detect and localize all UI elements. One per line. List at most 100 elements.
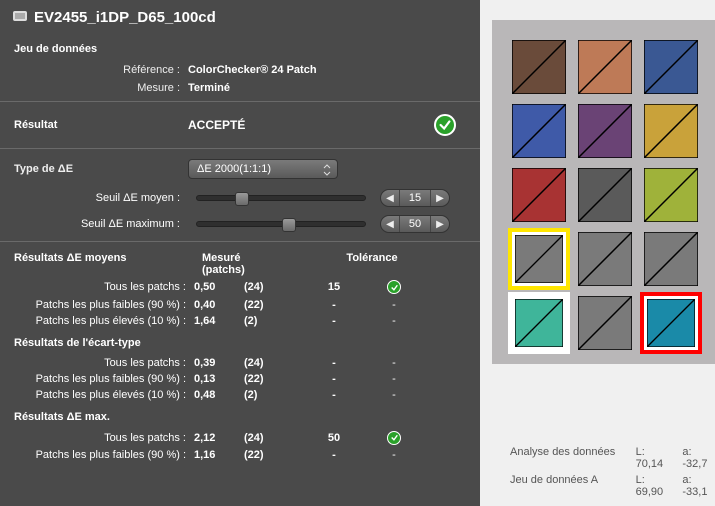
- table-row: Patchs les plus faibles (90 %) :0,40(22)…: [0, 297, 480, 313]
- row-label: Patchs les plus faibles (90 %) :: [14, 449, 194, 461]
- row-status: -: [392, 389, 396, 401]
- row-label: Patchs les plus faibles (90 %) :: [14, 373, 194, 385]
- row-count: (24): [244, 281, 294, 293]
- row-count: (22): [244, 373, 294, 385]
- color-swatch[interactable]: [644, 168, 698, 222]
- row-tolerance: 50: [294, 432, 374, 444]
- mean-results-heading: Résultats ΔE moyens: [14, 252, 202, 276]
- row-tolerance: -: [294, 357, 374, 369]
- row-count: (24): [244, 432, 294, 444]
- stepper-down-button[interactable]: ◀: [381, 215, 399, 233]
- row-status: -: [392, 357, 396, 369]
- col-tolerance: Tolérance: [332, 252, 412, 276]
- table-row: Patchs les plus élevés (10 %) :1,64(2)--: [0, 313, 480, 329]
- check-icon: [387, 280, 401, 294]
- row-count: (2): [244, 315, 294, 327]
- color-swatch[interactable]: [578, 296, 632, 350]
- table-row: Tous les patchs :0,50(24)15: [0, 278, 480, 297]
- row-label: Patchs les plus faibles (90 %) :: [14, 299, 194, 311]
- color-swatch[interactable]: [578, 104, 632, 158]
- table-row: Tous les patchs :0,39(24)--: [0, 355, 480, 371]
- check-icon: [387, 431, 401, 445]
- threshold-max-label: Seuil ΔE maximum :: [14, 218, 188, 230]
- table-row: Patchs les plus élevés (10 %) :0,48(2)--: [0, 387, 480, 403]
- row-value: 1,64: [194, 315, 244, 327]
- threshold-max-slider[interactable]: [196, 221, 366, 227]
- analysis-label-1: Analyse des données: [510, 446, 624, 470]
- measure-label: Mesure :: [14, 82, 188, 94]
- row-value: 0,50: [194, 281, 244, 293]
- row-value: 0,40: [194, 299, 244, 311]
- analysis-a-1: a: -32,7: [682, 446, 715, 470]
- row-tolerance: -: [294, 449, 374, 461]
- result-ok-icon: [434, 114, 456, 136]
- threshold-mean-stepper[interactable]: ◀ 15 ▶: [380, 189, 450, 207]
- color-swatch[interactable]: [644, 232, 698, 286]
- chevron-updown-icon: [323, 164, 331, 179]
- dataset-heading: Jeu de données: [0, 37, 480, 61]
- row-value: 1,16: [194, 449, 244, 461]
- col-measured: Mesuré (patchs): [202, 252, 272, 276]
- de-type-select[interactable]: ΔE 2000(1:1:1): [188, 159, 338, 179]
- row-label: Patchs les plus élevés (10 %) :: [14, 315, 194, 327]
- row-value: 0,39: [194, 357, 244, 369]
- reference-value: ColorChecker® 24 Patch: [188, 64, 466, 76]
- de-type-label: Type de ΔE: [14, 163, 188, 175]
- analysis-label-2: Jeu de données A: [510, 474, 624, 498]
- reference-label: Référence :: [14, 64, 188, 76]
- de-type-value: ΔE 2000(1:1:1): [197, 163, 271, 175]
- row-status: -: [392, 299, 396, 311]
- result-value: ACCEPTÉ: [188, 118, 308, 132]
- color-swatch[interactable]: [512, 232, 566, 286]
- row-count: (22): [244, 299, 294, 311]
- row-label: Tous les patchs :: [14, 281, 194, 293]
- analysis-a-2: a: -33,1: [682, 474, 715, 498]
- row-count: (2): [244, 389, 294, 401]
- row-status: -: [392, 373, 396, 385]
- row-count: (24): [244, 357, 294, 369]
- color-swatch[interactable]: [578, 168, 632, 222]
- analysis-L-2: L: 69,90: [636, 474, 671, 498]
- color-swatch[interactable]: [578, 40, 632, 94]
- table-row: Patchs les plus faibles (90 %) :1,16(22)…: [0, 447, 480, 463]
- row-count: (22): [244, 449, 294, 461]
- row-value: 2,12: [194, 432, 244, 444]
- stepper-up-button[interactable]: ▶: [431, 189, 449, 207]
- std-results-heading: Résultats de l'écart-type: [0, 329, 480, 355]
- color-swatch[interactable]: [512, 40, 566, 94]
- row-label: Tous les patchs :: [14, 432, 194, 444]
- stepper-down-button[interactable]: ◀: [381, 189, 399, 207]
- stepper-up-button[interactable]: ▶: [431, 215, 449, 233]
- threshold-max-value: 50: [399, 215, 431, 233]
- threshold-mean-value: 15: [399, 189, 431, 207]
- color-swatch[interactable]: [644, 40, 698, 94]
- color-swatch[interactable]: [644, 104, 698, 158]
- result-label: Résultat: [14, 119, 188, 131]
- row-value: 0,13: [194, 373, 244, 385]
- color-swatch[interactable]: [578, 232, 632, 286]
- table-row: Patchs les plus faibles (90 %) :0,13(22)…: [0, 371, 480, 387]
- row-tolerance: -: [294, 299, 374, 311]
- page-title: EV2455_i1DP_D65_100cd: [34, 9, 216, 26]
- row-status: -: [392, 449, 396, 461]
- color-swatch[interactable]: [512, 104, 566, 158]
- swatch-panel: [492, 20, 715, 364]
- measure-value: Terminé: [188, 82, 466, 94]
- row-status: -: [392, 315, 396, 327]
- color-swatch[interactable]: [644, 296, 698, 350]
- table-row: Tous les patchs :2,12(24)50: [0, 429, 480, 448]
- row-value: 0,48: [194, 389, 244, 401]
- threshold-mean-label: Seuil ΔE moyen :: [14, 192, 188, 204]
- threshold-max-stepper[interactable]: ◀ 50 ▶: [380, 215, 450, 233]
- row-label: Patchs les plus élevés (10 %) :: [14, 389, 194, 401]
- max-results-heading: Résultats ΔE max.: [0, 403, 480, 429]
- profile-icon: [12, 8, 28, 27]
- color-swatch[interactable]: [512, 296, 566, 350]
- row-tolerance: 15: [294, 281, 374, 293]
- row-label: Tous les patchs :: [14, 357, 194, 369]
- row-tolerance: -: [294, 389, 374, 401]
- row-tolerance: -: [294, 373, 374, 385]
- row-tolerance: -: [294, 315, 374, 327]
- color-swatch[interactable]: [512, 168, 566, 222]
- threshold-mean-slider[interactable]: [196, 195, 366, 201]
